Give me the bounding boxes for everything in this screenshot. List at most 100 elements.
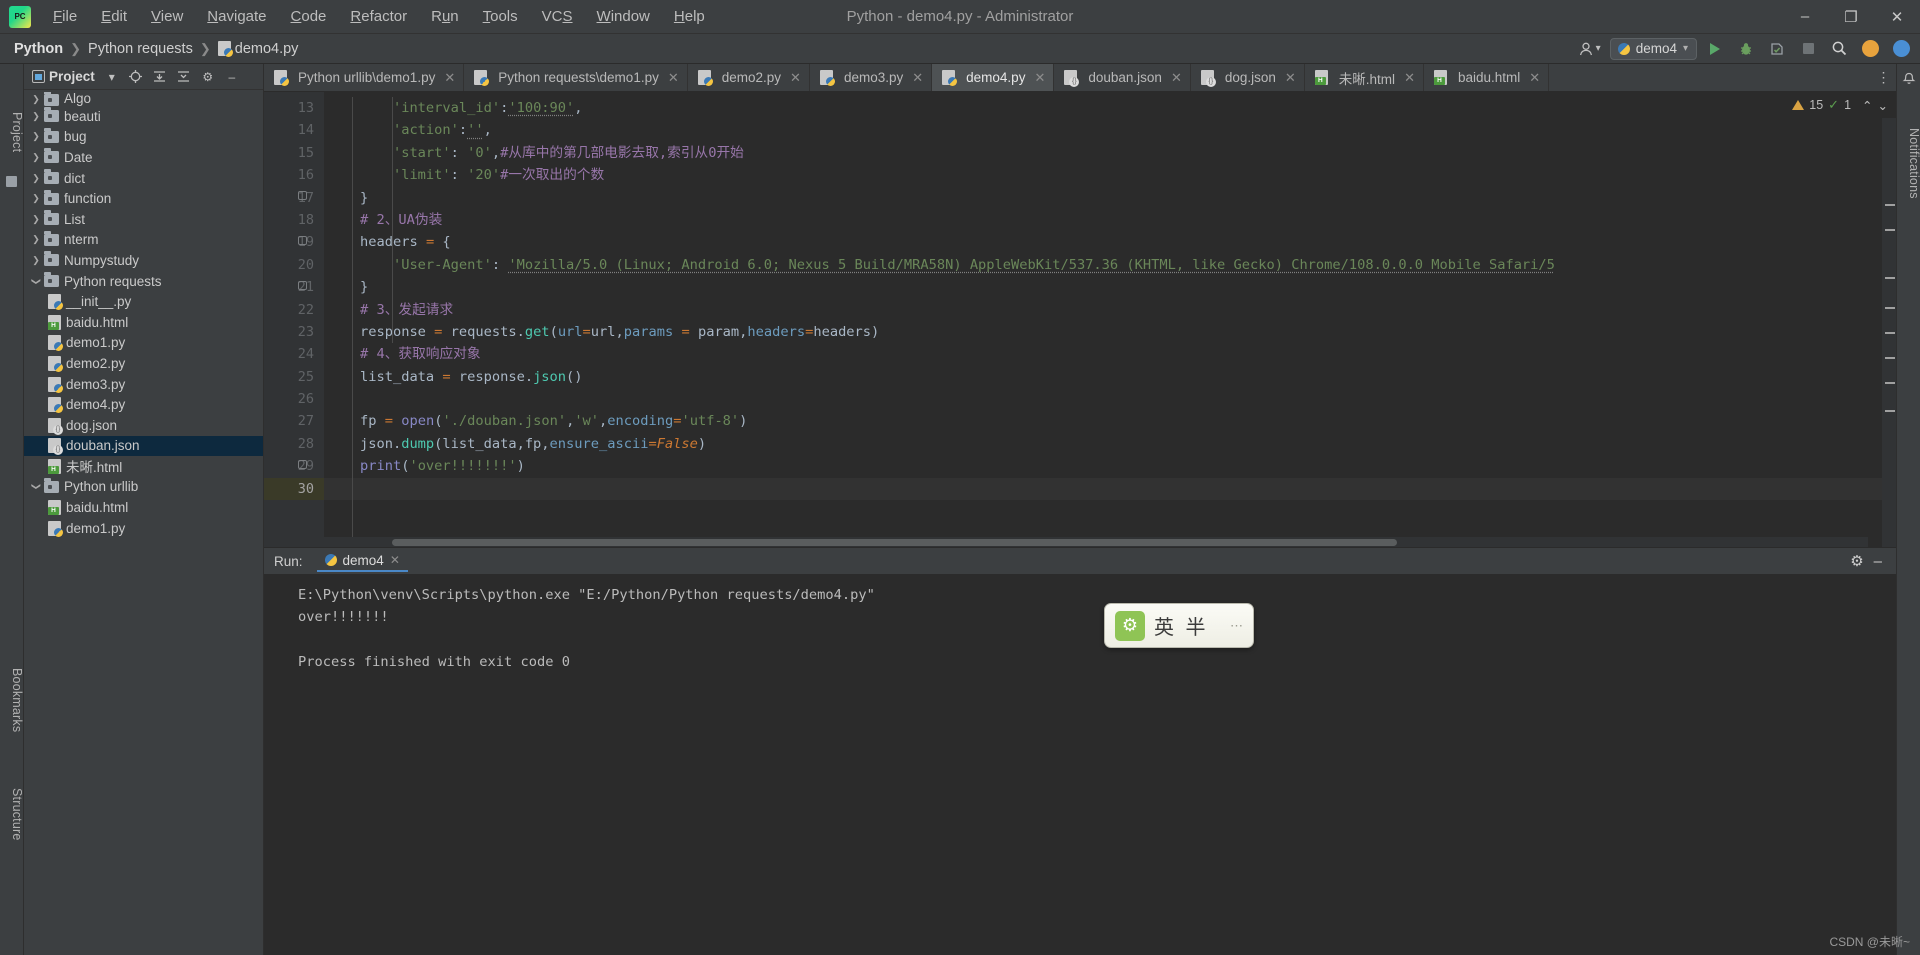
run-configuration-selector[interactable]: demo4 ▾	[1609, 37, 1697, 60]
close-tab-icon[interactable]: ✕	[1404, 70, 1415, 86]
expand-arrow-icon[interactable]	[28, 214, 44, 225]
menu-item-tools[interactable]: Tools	[471, 4, 530, 29]
tree-item-function[interactable]: function	[24, 188, 263, 209]
scroll-from-source-icon[interactable]	[126, 67, 146, 87]
menu-item-run[interactable]: Run	[419, 4, 471, 29]
expand-arrow-icon[interactable]	[28, 255, 44, 266]
tree-item-python-requests[interactable]: Python requests	[24, 271, 263, 292]
tree-item-numpystudy[interactable]: Numpystudy	[24, 250, 263, 271]
expand-arrow-icon[interactable]	[28, 193, 44, 204]
editor-tab-baidu-html[interactable]: baidu.html ✕	[1424, 64, 1550, 91]
close-tab-icon[interactable]: ✕	[1529, 70, 1540, 86]
expand-arrow-icon[interactable]	[28, 111, 44, 122]
ime-more-icon[interactable]: ⋯	[1230, 619, 1243, 632]
close-tab-icon[interactable]: ✕	[668, 70, 679, 86]
inspection-widget[interactable]: 15 ✓ 1 ⌃ ⌄	[1784, 92, 1896, 118]
user-account-button[interactable]: ▾	[1574, 39, 1605, 59]
menu-item-navigate[interactable]: Navigate	[195, 4, 278, 29]
annotation-mark[interactable]	[1885, 307, 1895, 309]
debug-button[interactable]	[1733, 37, 1759, 61]
annotation-mark[interactable]	[1885, 204, 1895, 206]
hide-panel-icon[interactable]: –	[222, 67, 242, 87]
code-text[interactable]: 'interval_id':'100:90', 'action':'', 'st…	[324, 92, 1882, 547]
hide-panel-icon[interactable]: –	[1874, 553, 1882, 570]
next-problem-icon[interactable]: ⌄	[1878, 98, 1888, 113]
close-tab-icon[interactable]: ✕	[912, 70, 923, 86]
collapse-arrow-icon[interactable]	[28, 481, 44, 492]
code-editor[interactable]: 13 14 15 16 17 18 19 20 21 22 23 24 25 2…	[264, 92, 1896, 547]
close-button[interactable]: ✕	[1874, 0, 1920, 34]
menu-item-edit[interactable]: Edit	[89, 4, 139, 29]
run-button[interactable]	[1702, 37, 1728, 61]
tree-item-urllib-baidu-html[interactable]: baidu.html	[24, 497, 263, 518]
breadcrumb-file[interactable]: demo4.py	[235, 41, 299, 57]
menu-item-view[interactable]: View	[139, 4, 195, 29]
expand-arrow-icon[interactable]	[28, 92, 44, 106]
menu-item-window[interactable]: Window	[585, 4, 662, 29]
run-tab-demo4[interactable]: demo4 ✕	[316, 551, 408, 572]
annotation-mark[interactable]	[1885, 382, 1895, 384]
minimize-button[interactable]: –	[1782, 0, 1828, 34]
browser-button[interactable]	[1888, 37, 1914, 61]
tree-item-nterm[interactable]: nterm	[24, 230, 263, 251]
menu-item-code[interactable]: Code	[279, 4, 339, 29]
collapse-all-icon[interactable]	[174, 67, 194, 87]
editor-tab-demo3[interactable]: demo3.py ✕	[810, 64, 933, 91]
chevron-down-icon[interactable]: ▾	[102, 67, 122, 87]
tree-item-demo2-py[interactable]: demo2.py	[24, 353, 263, 374]
fold-marker-icon[interactable]	[298, 191, 307, 200]
updates-button[interactable]	[1857, 37, 1883, 61]
tree-item-init-py[interactable]: __init__.py	[24, 291, 263, 312]
settings-gear-icon[interactable]: ⚙	[1850, 552, 1863, 570]
scrollbar-thumb[interactable]	[392, 539, 1397, 546]
tree-item-python-urllib[interactable]: Python urllib	[24, 477, 263, 498]
prev-problem-icon[interactable]: ⌃	[1862, 98, 1872, 113]
close-tab-icon[interactable]: ✕	[790, 70, 801, 86]
run-coverage-button[interactable]	[1764, 37, 1790, 61]
editor-tab-dog-json[interactable]: dog.json ✕	[1191, 64, 1305, 91]
close-run-tab-icon[interactable]: ✕	[390, 553, 400, 567]
maximize-button[interactable]: ❐	[1828, 0, 1874, 34]
editor-tab-demo4[interactable]: demo4.py ✕	[932, 64, 1055, 91]
annotation-mark[interactable]	[1885, 277, 1895, 279]
tree-item-demo1-py[interactable]: demo1.py	[24, 333, 263, 354]
tree-item-baidu-html[interactable]: baidu.html	[24, 312, 263, 333]
breadcrumb-folder[interactable]: Python requests	[88, 41, 193, 57]
tree-item-demo4-py[interactable]: demo4.py	[24, 394, 263, 415]
collapse-arrow-icon[interactable]	[28, 276, 44, 287]
ime-settings-gear-icon[interactable]: ⚙	[1115, 610, 1145, 641]
tree-item-douban-json[interactable]: douban.json	[24, 435, 263, 457]
editor-tab-urllib-demo1[interactable]: Python urllib\demo1.py ✕	[264, 64, 465, 91]
tree-item-dict[interactable]: dict	[24, 168, 263, 189]
breadcrumb-project[interactable]: Python	[14, 41, 63, 57]
fold-marker-icon[interactable]	[298, 236, 307, 245]
tree-item-algo[interactable]: Algo	[24, 92, 263, 106]
stop-button[interactable]	[1795, 37, 1821, 61]
editor-horizontal-scrollbar[interactable]	[324, 537, 1868, 547]
annotation-mark[interactable]	[1885, 229, 1895, 231]
annotation-mark[interactable]	[1885, 357, 1895, 359]
tab-overflow-icon[interactable]: ⋮	[1872, 64, 1896, 91]
sidebar-tab-bookmarks[interactable]: Bookmarks	[0, 662, 24, 738]
annotation-mark[interactable]	[1885, 332, 1895, 334]
run-console-output[interactable]: E:\Python\venv\Scripts\python.exe "E:/Py…	[264, 574, 1896, 955]
project-tree[interactable]: Algo beauti bug Date dict function	[24, 90, 263, 955]
settings-gear-icon[interactable]: ⚙	[198, 67, 218, 87]
editor-tab-douban-json[interactable]: douban.json ✕	[1054, 64, 1191, 91]
menu-item-help[interactable]: Help	[662, 4, 717, 29]
menu-item-refactor[interactable]: Refactor	[338, 4, 419, 29]
expand-arrow-icon[interactable]	[28, 152, 44, 163]
tree-item-dog-json[interactable]: dog.json	[24, 415, 263, 436]
editor-annotation-strip[interactable]	[1882, 92, 1896, 547]
search-everywhere-button[interactable]	[1826, 37, 1852, 61]
tree-item-date[interactable]: Date	[24, 147, 263, 168]
tree-item-bug[interactable]: bug	[24, 127, 263, 148]
close-tab-icon[interactable]: ✕	[1171, 70, 1182, 86]
fold-marker-icon[interactable]	[298, 281, 307, 290]
tree-item-urllib-demo1-py[interactable]: demo1.py	[24, 518, 263, 539]
expand-arrow-icon[interactable]	[28, 173, 44, 184]
fold-marker-icon[interactable]	[298, 460, 307, 469]
sidebar-tab-project[interactable]: Project	[0, 106, 24, 158]
sidebar-tab-structure[interactable]: Structure	[0, 782, 24, 847]
annotation-mark[interactable]	[1885, 410, 1895, 412]
